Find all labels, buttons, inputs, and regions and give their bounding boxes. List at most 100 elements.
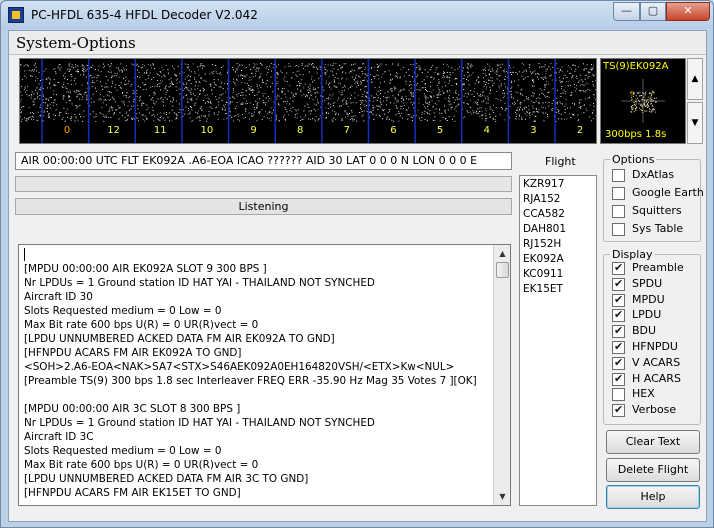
- display-checkbox[interactable]: [612, 308, 625, 323]
- log-line: [HFNPDU ACARS FM AIR EK092A TO GND]: [24, 347, 242, 359]
- status-bar: Listening: [15, 198, 512, 215]
- channel-label: 2: [577, 125, 583, 136]
- display-checkbox[interactable]: [612, 324, 625, 339]
- flight-list-item[interactable]: RJA152: [523, 192, 560, 207]
- channel-label: 10: [201, 125, 214, 136]
- channel-label: 0: [64, 125, 70, 136]
- channel-label: 8: [297, 125, 303, 136]
- channel-label: 12: [107, 125, 120, 136]
- display-checkbox[interactable]: [612, 277, 625, 291]
- maximize-button[interactable]: ▢: [640, 2, 666, 21]
- option-label[interactable]: DxAtlas: [632, 168, 674, 182]
- option-checkbox[interactable]: [612, 187, 625, 200]
- option-checkbox[interactable]: [612, 223, 625, 236]
- option-checkbox[interactable]: [612, 169, 625, 182]
- display-checkbox[interactable]: [612, 372, 625, 386]
- spectrum-display[interactable]: 0 12 11 10 9 8 7 6 5 4 3 2: [19, 58, 597, 144]
- log-scroll-down-icon[interactable]: ▼: [495, 489, 510, 504]
- flight-list-item[interactable]: KC0911: [523, 267, 563, 282]
- display-label[interactable]: HFNPDU: [632, 340, 678, 354]
- option-label[interactable]: Google Earth: [632, 186, 704, 200]
- display-checkbox[interactable]: [612, 356, 625, 370]
- display-label[interactable]: SPDU: [632, 277, 662, 291]
- decode-log[interactable]: [MPDU 00:00:00 AIR EK092A SLOT 9 300 BPS…: [18, 244, 511, 506]
- display-checkbox[interactable]: [612, 340, 625, 354]
- flight-list-item[interactable]: EK15ET: [523, 282, 563, 297]
- log-line: [LPDU UNNUMBERED ACKED DATA FM AIR 3C TO…: [24, 473, 309, 485]
- text-caret: [24, 248, 25, 261]
- delete-flight-button[interactable]: Delete Flight: [606, 458, 700, 482]
- title-bar[interactable]: PC-HFDL 635-4 HFDL Decoder V2.042 — ▢ ✕: [1, 1, 713, 29]
- channel-label: 9: [250, 125, 256, 136]
- display-checkbox[interactable]: [612, 403, 625, 418]
- progress-bar: [15, 176, 512, 192]
- clear-text-button[interactable]: Clear Text: [606, 430, 700, 454]
- log-line: Max Bit rate 600 bps U(R) = 0 UR(R)vect …: [24, 459, 259, 471]
- log-scroll-up-icon[interactable]: ▲: [495, 246, 510, 261]
- panel-header: System-Options: [9, 31, 706, 55]
- flight-list-item[interactable]: EK092A: [523, 252, 564, 267]
- display-checkbox[interactable]: [612, 261, 625, 275]
- window-title: PC-HFDL 635-4 HFDL Decoder V2.042: [31, 8, 258, 22]
- option-label[interactable]: Squitters: [632, 204, 682, 218]
- flight-list-item[interactable]: CCA582: [523, 207, 565, 222]
- flight-list-item[interactable]: RJ152H: [523, 237, 561, 252]
- thumbnail-bottom-text: 300bps 1.8s: [605, 129, 667, 140]
- waterfall-noise: [20, 63, 596, 122]
- log-line: <SOH>2.A6-EOA<NAK>SA7<STX>S46AEK092A0EH1…: [24, 361, 455, 373]
- log-line: [MPDU 00:00:00 AIR EK092A SLOT 9 300 BPS…: [24, 263, 267, 275]
- log-line: [MPDU 00:00:00 AIR 3C SLOT 8 300 BPS ]: [24, 403, 241, 415]
- display-label[interactable]: Verbose: [632, 403, 676, 417]
- channel-label: 7: [344, 125, 350, 136]
- display-label[interactable]: Preamble: [632, 261, 684, 275]
- display-label[interactable]: V ACARS: [632, 356, 680, 370]
- signal-thumbnail: TS(9)EK092A 300bps 1.8s: [600, 58, 686, 144]
- constellation-points: [621, 79, 665, 123]
- display-group: Display Preamble SPDU MPDULPDU BDU HFNPDU V A…: [603, 248, 701, 425]
- display-label[interactable]: BDU: [632, 324, 656, 338]
- options-group-title: Options: [610, 153, 657, 166]
- option-checkbox[interactable]: [612, 205, 625, 218]
- log-line: [HFNPDU ACARS FM AIR EK15ET TO GND]: [24, 487, 241, 499]
- spectrum-svg: 0 12 11 10 9 8 7 6 5 4 3 2: [20, 59, 596, 143]
- log-line: Aircraft ID 30: [24, 291, 93, 303]
- channel-label: 4: [484, 125, 490, 136]
- log-scrollbar[interactable]: ▲ ▼: [493, 245, 510, 505]
- flight-label: Flight: [545, 155, 576, 168]
- message-line: AIR 00:00:00 UTC FLT EK092A .A6-EOA ICAO…: [15, 152, 512, 170]
- channel-label: 6: [390, 125, 396, 136]
- log-line: Nr LPDUs = 1 Ground station ID HAT YAI -…: [24, 277, 375, 289]
- options-group: Options DxAtlas Google Earth Squitters Sys …: [603, 153, 704, 242]
- display-label[interactable]: MPDU: [632, 293, 665, 307]
- display-label[interactable]: H ACARS: [632, 372, 681, 386]
- close-button[interactable]: ✕: [666, 2, 710, 21]
- minimize-button[interactable]: —: [613, 2, 640, 21]
- log-line: Aircraft ID 3C: [24, 431, 94, 443]
- log-line: Slots Requested medium = 0 Low = 0: [24, 305, 222, 317]
- display-label[interactable]: HEX: [632, 387, 655, 401]
- spectrum-up-button[interactable]: ▲: [687, 58, 703, 100]
- spectrum-down-button[interactable]: ▼: [687, 102, 703, 144]
- display-label[interactable]: LPDU: [632, 308, 661, 322]
- log-line: [Preamble TS(9) 300 bps 1.8 sec Interlea…: [24, 375, 477, 387]
- log-line: Slots Requested medium = 0 Low = 0: [24, 445, 222, 457]
- channel-label: 11: [154, 125, 167, 136]
- channel-label: 3: [530, 125, 536, 136]
- log-scroll-thumb[interactable]: [496, 262, 509, 278]
- thumbnail-top-text: TS(9)EK092A: [603, 61, 669, 72]
- flight-list-item[interactable]: DAH801: [523, 222, 566, 237]
- display-group-title: Display: [610, 248, 655, 261]
- display-checkbox[interactable]: [612, 293, 625, 307]
- help-button[interactable]: Help: [606, 485, 700, 509]
- log-line: Max Bit rate 600 bps U(R) = 0 UR(R)vect …: [24, 319, 259, 331]
- log-line: Nr LPDUs = 1 Ground station ID HAT YAI -…: [24, 417, 375, 429]
- display-checkbox[interactable]: [612, 388, 625, 402]
- option-label[interactable]: Sys Table: [632, 222, 683, 236]
- log-line: [LPDU UNNUMBERED ACKED DATA FM AIR EK092…: [24, 333, 335, 345]
- client-area: System-Options 0 12 11 10 9 8 7 6 5 4 3 2 TS(9)EK09…: [8, 30, 707, 522]
- channel-label: 5: [437, 125, 443, 136]
- panel-title: System-Options: [16, 34, 136, 52]
- flight-list-item[interactable]: KZR917: [523, 177, 564, 192]
- flight-list[interactable]: KZR917 RJA152 CCA582 DAH801 RJ152H EK092A KC09…: [519, 175, 597, 506]
- app-icon: [8, 7, 24, 23]
